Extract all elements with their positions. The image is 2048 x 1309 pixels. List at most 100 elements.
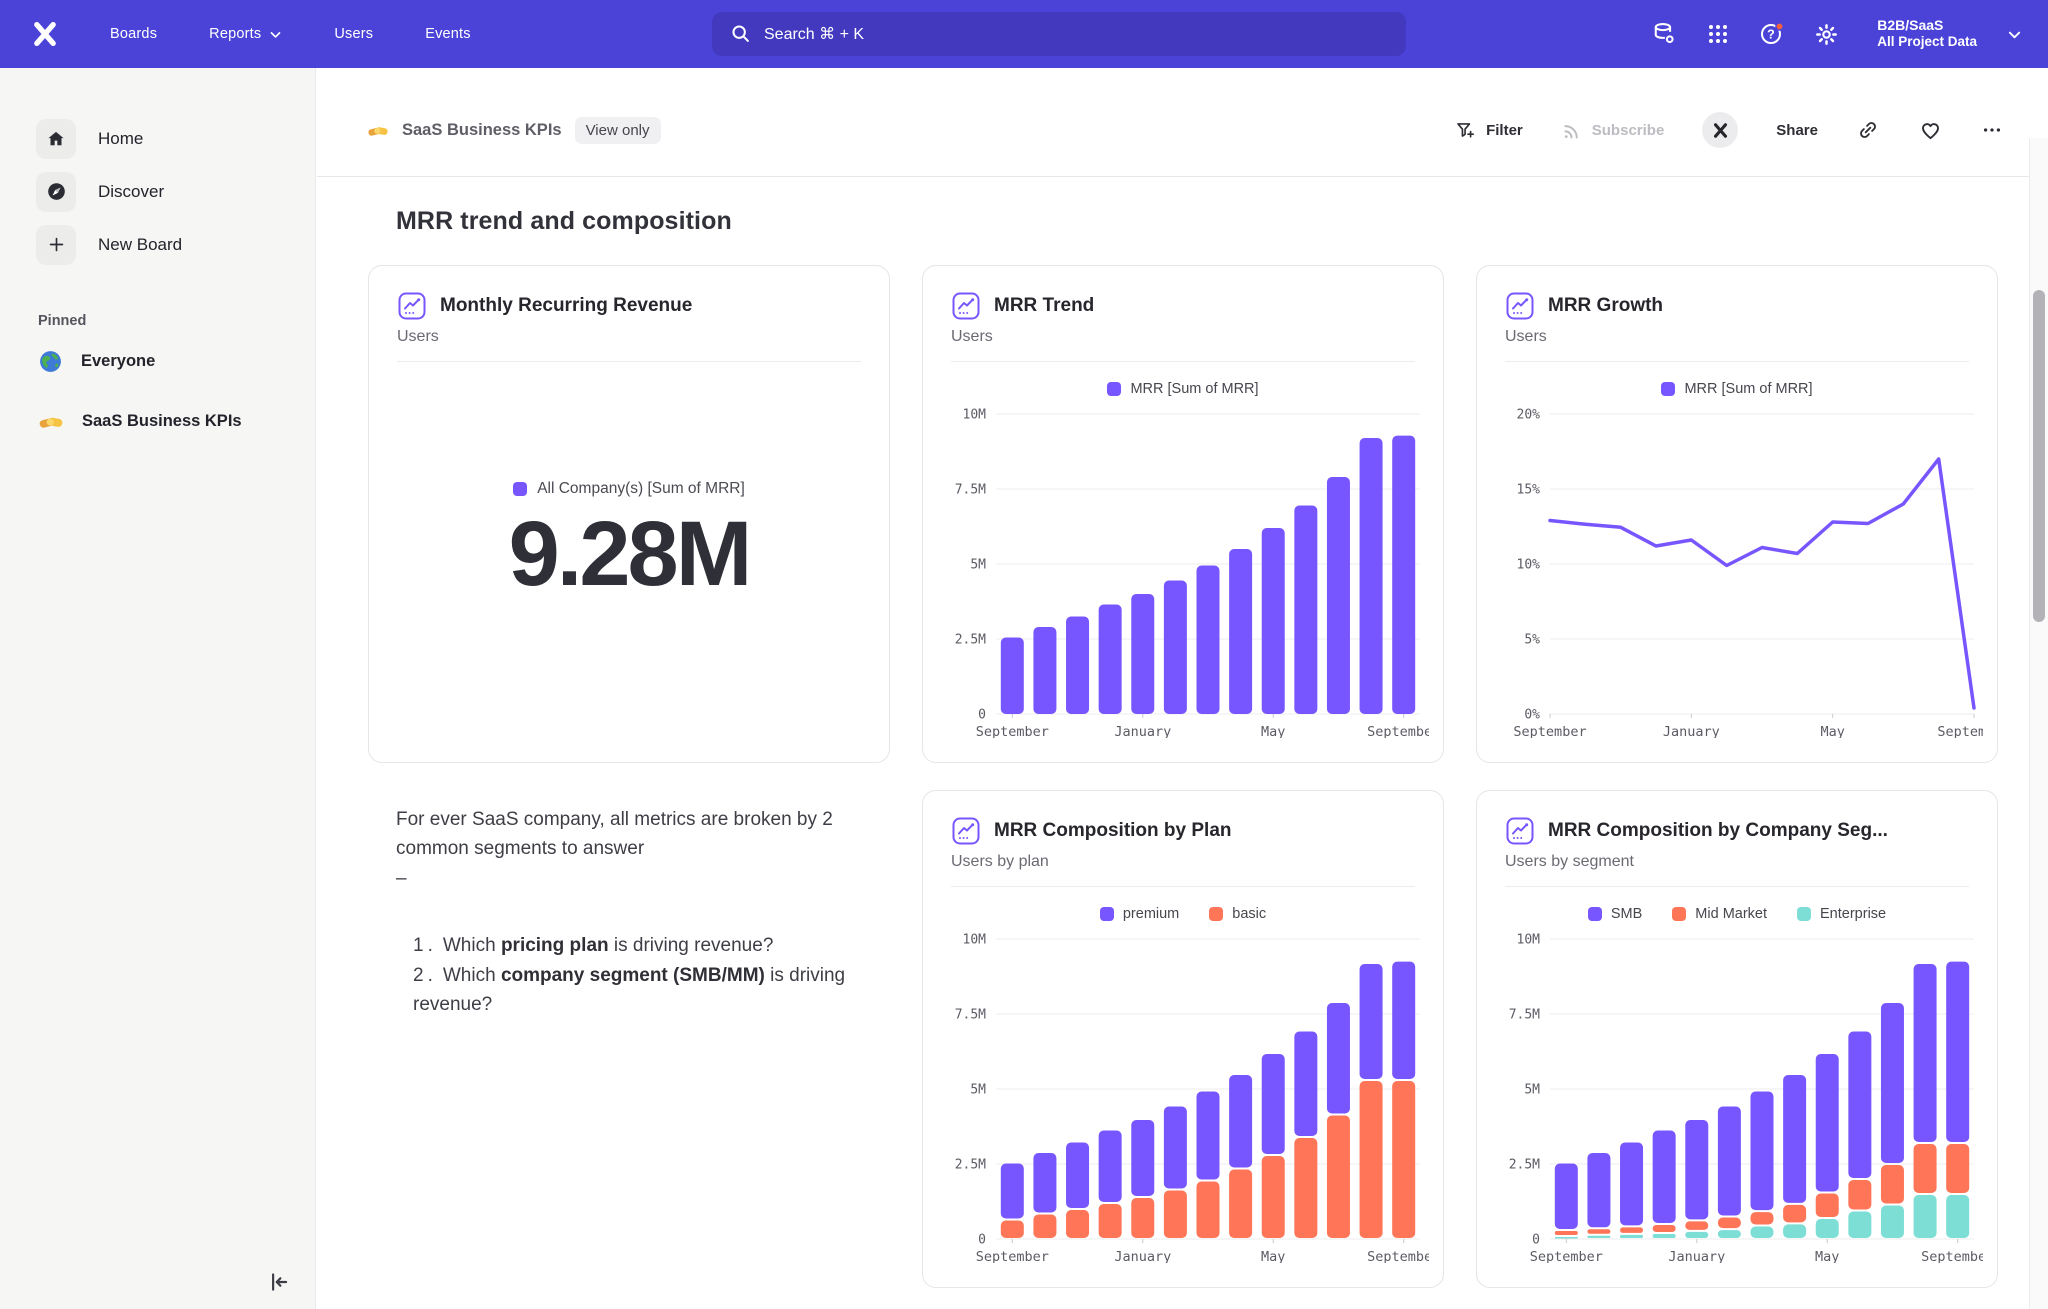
globe-icon (38, 349, 63, 374)
scrollbar-thumb[interactable] (2033, 290, 2045, 622)
share-button[interactable]: Share (1776, 122, 1818, 139)
svg-text:?: ? (1767, 28, 1775, 42)
legend-item[interactable]: basic (1209, 906, 1266, 922)
legend-swatch (1797, 907, 1811, 921)
svg-text:0: 0 (978, 1233, 986, 1248)
view-only-badge: View only (575, 117, 661, 144)
card-divider (951, 361, 1415, 362)
legend-label: premium (1123, 906, 1179, 922)
nav-users[interactable]: Users (334, 26, 373, 42)
chevron-down-icon[interactable] (2007, 27, 2022, 42)
svg-text:September: September (1921, 1249, 1983, 1263)
note-list-item: 1.Which pricing plan is driving revenue? (413, 932, 882, 961)
section-title: MRR trend and composition (396, 207, 2048, 236)
card-subtitle: Users by segment (1505, 853, 1969, 871)
settings-gear-icon[interactable] (1813, 21, 1839, 47)
card-title[interactable]: MRR Growth (1548, 295, 1663, 317)
sidebar: Home Discover New Board Pinned (0, 68, 316, 1309)
filter-funnel-icon (1455, 120, 1476, 141)
svg-text:5M: 5M (970, 1083, 986, 1098)
legend-item[interactable]: MRR [Sum of MRR] (1107, 381, 1258, 397)
board-header: SaaS Business KPIs View only Filter (317, 68, 2048, 177)
insights-chart-icon (1505, 816, 1535, 846)
collapse-left-icon (265, 1269, 291, 1295)
legend-swatch (1661, 382, 1675, 396)
insights-chart-icon (397, 291, 427, 321)
note-list-item: 2.Which company segment (SMB/MM) is driv… (413, 962, 882, 1019)
apps-grid-icon[interactable] (1705, 21, 1731, 47)
insights-chart-icon (1505, 291, 1535, 321)
legend-label: SMB (1611, 906, 1642, 922)
sidebar-item-everyone[interactable]: Everyone (0, 333, 315, 389)
plus-icon (36, 225, 76, 265)
collapse-sidebar-button[interactable] (263, 1267, 293, 1297)
card-mrr-trend: MRR Trend Users MRR [Sum of MRR] 02.5M5M… (922, 265, 1444, 763)
card-title[interactable]: Monthly Recurring Revenue (440, 295, 692, 317)
favorite-heart-icon[interactable] (1918, 118, 1942, 142)
legend-item[interactable]: Mid Market (1672, 906, 1767, 922)
primary-nav: Boards Reports Users Events (110, 26, 471, 42)
card-divider (1505, 886, 1969, 887)
sidebar-item-new-board[interactable]: New Board (0, 218, 315, 271)
legend-label: MRR [Sum of MRR] (1130, 381, 1258, 397)
mixpanel-logo-icon[interactable] (30, 19, 60, 49)
legend-item[interactable]: MRR [Sum of MRR] (1661, 381, 1812, 397)
legend-item[interactable]: Enterprise (1797, 906, 1886, 922)
search-icon (730, 23, 752, 45)
note-dash: – (396, 865, 882, 894)
main-content: SaaS Business KPIs View only Filter (317, 68, 2048, 1309)
nav-events[interactable]: Events (425, 26, 471, 42)
chart-legend: MRR [Sum of MRR] (1493, 378, 1981, 400)
svg-text:15%: 15% (1517, 483, 1541, 498)
card-title[interactable]: MRR Trend (994, 295, 1094, 317)
card-divider (951, 886, 1415, 887)
mrr-trend-bar-chart: 02.5M5M7.5M10MSeptemberJanuaryMaySeptemb… (939, 408, 1429, 738)
svg-text:May: May (1261, 1249, 1285, 1263)
svg-text:September: September (976, 724, 1049, 738)
more-options-icon[interactable] (1980, 118, 2004, 142)
board-title[interactable]: SaaS Business KPIs (402, 121, 562, 140)
svg-text:September: September (1367, 1249, 1429, 1263)
svg-text:0: 0 (1532, 1233, 1540, 1248)
mrr-growth-line-chart: 0%5%10%15%20%SeptemberJanuaryMaySeptembe… (1493, 408, 1983, 738)
card-subtitle: Users by plan (951, 853, 1415, 871)
insights-chart-icon (951, 816, 981, 846)
data-management-icon[interactable] (1651, 21, 1677, 47)
user-avatar[interactable] (1702, 112, 1738, 148)
project-selector[interactable]: B2B/SaaS All Project Data (1877, 17, 1977, 51)
legend-label: basic (1232, 906, 1266, 922)
insights-chart-icon (951, 291, 981, 321)
copy-link-icon[interactable] (1856, 118, 1880, 142)
subscribe-button[interactable]: Subscribe (1561, 120, 1665, 141)
nav-reports[interactable]: Reports (209, 26, 282, 42)
legend-label: MRR [Sum of MRR] (1684, 381, 1812, 397)
card-title[interactable]: MRR Composition by Company Seg... (1548, 820, 1888, 842)
legend-label: Mid Market (1695, 906, 1767, 922)
handshake-icon (367, 119, 389, 141)
card-divider (1505, 361, 1969, 362)
svg-text:2.5M: 2.5M (955, 633, 986, 648)
sidebar-item-discover[interactable]: Discover (0, 165, 315, 218)
filter-button[interactable]: Filter (1455, 120, 1523, 141)
legend-item[interactable]: premium (1100, 906, 1179, 922)
sidebar-item-home[interactable]: Home (0, 112, 315, 165)
metric-value: 9.28M (509, 502, 750, 607)
legend-swatch (1100, 907, 1114, 921)
page-scrollbar (2029, 138, 2048, 1309)
legend-label: Enterprise (1820, 906, 1886, 922)
svg-text:September: September (1513, 724, 1586, 738)
svg-text:10%: 10% (1517, 558, 1541, 573)
card-title[interactable]: MRR Composition by Plan (994, 820, 1232, 842)
nav-boards[interactable]: Boards (110, 26, 157, 42)
pinned-section-label: Pinned (38, 313, 315, 329)
sidebar-item-saas-business-kpis[interactable]: SaaS Business KPIs (0, 393, 315, 449)
mixpanel-x-glyph (1712, 122, 1729, 139)
help-icon[interactable]: ? (1759, 21, 1785, 47)
svg-text:May: May (1820, 724, 1844, 738)
home-icon (36, 119, 76, 159)
svg-text:January: January (1668, 1249, 1725, 1263)
legend-swatch (1209, 907, 1223, 921)
search-input[interactable]: Search ⌘ + K (712, 12, 1406, 56)
legend-item[interactable]: SMB (1588, 906, 1642, 922)
svg-text:5%: 5% (1524, 633, 1540, 648)
